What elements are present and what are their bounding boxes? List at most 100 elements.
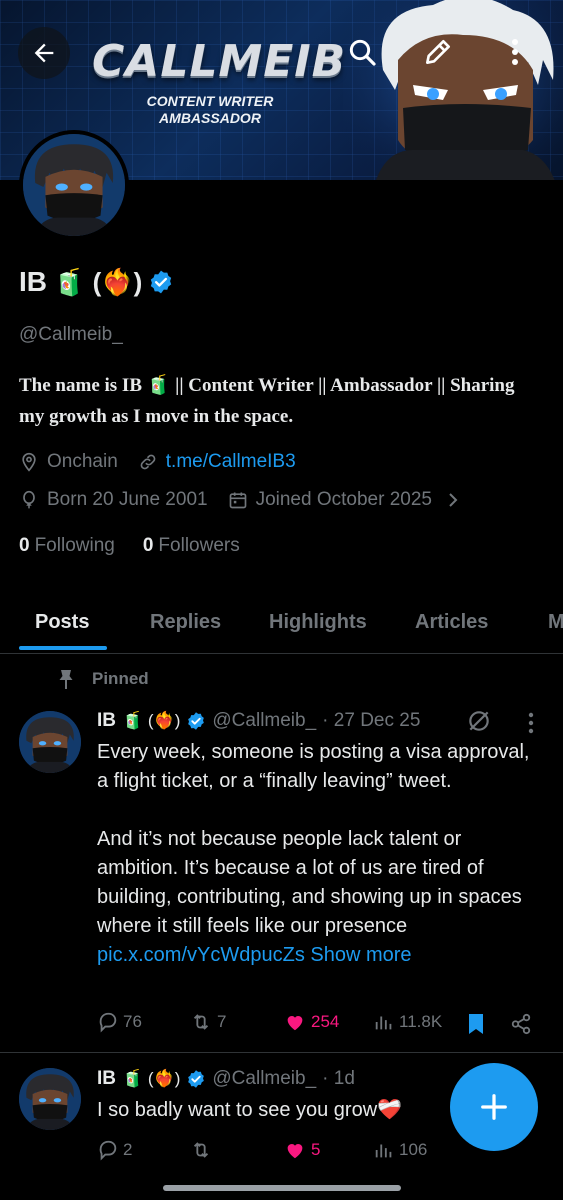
tab-articles[interactable]: Articles [415, 590, 488, 654]
repost-count: 7 [217, 1012, 227, 1031]
joined-text: Joined October 2025 [255, 489, 432, 510]
post-text[interactable]: Every week, someone is posting a visa ap… [97, 738, 537, 970]
verified-badge-icon [188, 1070, 205, 1088]
followers-count: 0 [142, 535, 154, 556]
tab-replies[interactable]: Replies [150, 590, 221, 654]
reply-count: 2 [123, 1140, 133, 1159]
reply-button[interactable]: 2 [97, 1139, 132, 1161]
post-avatar[interactable] [19, 1068, 81, 1130]
more-options-button[interactable] [497, 34, 533, 70]
following-label: Following [34, 535, 115, 556]
profile-tabs: Posts Replies Highlights Articles M [0, 590, 563, 654]
website-item[interactable]: t.me/CallmeIB3 [138, 451, 296, 473]
joined-item: Joined October 2025 [228, 489, 432, 511]
post-date: · 27 Dec 25 [322, 710, 421, 731]
profile-handle: @Callmeib_ [19, 324, 123, 345]
followers-label: Followers [158, 535, 240, 556]
reply-count: 76 [123, 1012, 142, 1031]
avatar-image [23, 134, 125, 236]
location-item: Onchain [19, 451, 118, 473]
avatar-image [19, 711, 81, 773]
post-header: IB 🧃 (❤️‍🔥) @Callmeib_ · 27 Dec 25 [97, 710, 420, 732]
repost-icon [193, 1014, 209, 1030]
repost-icon [193, 1142, 209, 1158]
reply-icon [99, 1012, 117, 1033]
banner-character-art [343, 0, 563, 180]
following-stat[interactable]: 0 Following [19, 535, 115, 557]
post-actions: 76 7 254 11.8K [97, 1011, 537, 1039]
more-vertical-icon [512, 39, 518, 65]
verified-badge-icon[interactable] [148, 269, 174, 295]
heart-filled-icon [287, 1144, 303, 1159]
active-tab-indicator [19, 646, 107, 650]
grok-icon[interactable] [466, 708, 492, 734]
tab-highlights[interactable]: Highlights [269, 590, 367, 654]
reply-icon [99, 1140, 117, 1161]
post-header: IB 🧃 (❤️‍🔥) @Callmeib_ · 1d [97, 1068, 355, 1090]
pinned-label: Pinned [92, 669, 149, 688]
views-count: 106 [399, 1140, 428, 1159]
tab-media[interactable]: M [548, 590, 563, 654]
following-count: 0 [19, 535, 30, 556]
post-author-handle[interactable]: @Callmeib_ [212, 710, 316, 732]
website-link[interactable]: t.me/CallmeIB3 [166, 451, 296, 473]
views-chart-icon [375, 1016, 392, 1030]
pinned-indicator: Pinned [56, 668, 149, 690]
pin-icon [59, 670, 73, 689]
birthday-item: Born 20 June 2001 [19, 489, 208, 511]
reply-button[interactable]: 76 [97, 1011, 142, 1033]
calendar-icon [229, 492, 246, 509]
show-more-link[interactable]: Show more [310, 944, 411, 966]
profile-avatar[interactable] [19, 130, 129, 240]
pencil-icon [426, 40, 450, 64]
banner-brand-title: CALLMEIB [92, 36, 347, 87]
profile-bio: The name is IB 🧃 || Content Writer || Am… [19, 375, 515, 427]
plus-icon [481, 1094, 507, 1120]
post-avatar[interactable] [19, 711, 81, 773]
search-button[interactable] [344, 34, 380, 70]
profile-name-emojis: 🧃 (❤️‍🔥) [53, 266, 143, 297]
views-chart-icon [375, 1144, 392, 1158]
birthday-text: Born 20 June 2001 [47, 489, 208, 510]
back-button[interactable] [18, 27, 70, 79]
banner-tagline: CONTENT WRITER AMBASSADOR [146, 93, 274, 126]
repost-button[interactable] [189, 1139, 217, 1161]
like-count: 5 [311, 1140, 321, 1159]
gesture-home-bar[interactable] [163, 1185, 401, 1191]
profile-name-text: IB [19, 266, 47, 297]
arrow-left-icon [34, 43, 54, 63]
search-icon [349, 39, 376, 66]
verified-badge-icon [188, 712, 205, 730]
location-pin-icon [22, 452, 36, 472]
post-media-link[interactable]: pic.x.com/vYcWdpucZs [97, 944, 305, 966]
views-count: 11.8K [399, 1012, 443, 1031]
post-author-name[interactable]: IB [97, 1068, 116, 1090]
compose-post-button[interactable] [450, 1063, 538, 1151]
like-button[interactable]: 5 [283, 1139, 320, 1161]
post-more-icon[interactable] [528, 712, 534, 734]
post-paragraph: And it’s not because people lack talent … [97, 828, 522, 966]
post-author-name[interactable]: IB [97, 710, 116, 732]
post-divider [0, 1052, 563, 1053]
views-button[interactable]: 11.8K [373, 1011, 442, 1033]
post-date: · 1d [322, 1068, 355, 1089]
share-icon[interactable] [510, 1013, 532, 1035]
post-author-handle[interactable]: @Callmeib_ [212, 1068, 316, 1090]
tab-posts[interactable]: Posts [35, 590, 89, 654]
post-paragraph: Every week, someone is posting a visa ap… [97, 741, 530, 792]
profile-name: IB 🧃 (❤️‍🔥) [19, 266, 174, 298]
link-icon [140, 454, 156, 470]
post-author-emojis: 🧃 (❤️‍🔥) [122, 1069, 181, 1088]
location-text: Onchain [47, 451, 118, 472]
follow-stats: 0 Following 0 Followers [19, 535, 240, 557]
profile-meta-row-2[interactable]: Born 20 June 2001 Joined October 2025 [19, 489, 460, 511]
bookmark-filled-icon[interactable] [466, 1012, 486, 1036]
edit-button[interactable] [420, 34, 456, 70]
like-count: 254 [311, 1012, 340, 1031]
followers-stat[interactable]: 0 Followers [143, 535, 240, 557]
avatar-image [19, 1068, 81, 1130]
views-button[interactable]: 106 [373, 1139, 427, 1161]
like-button[interactable]: 254 [283, 1011, 339, 1033]
chevron-right-icon[interactable] [446, 490, 460, 510]
repost-button[interactable]: 7 [189, 1011, 226, 1033]
